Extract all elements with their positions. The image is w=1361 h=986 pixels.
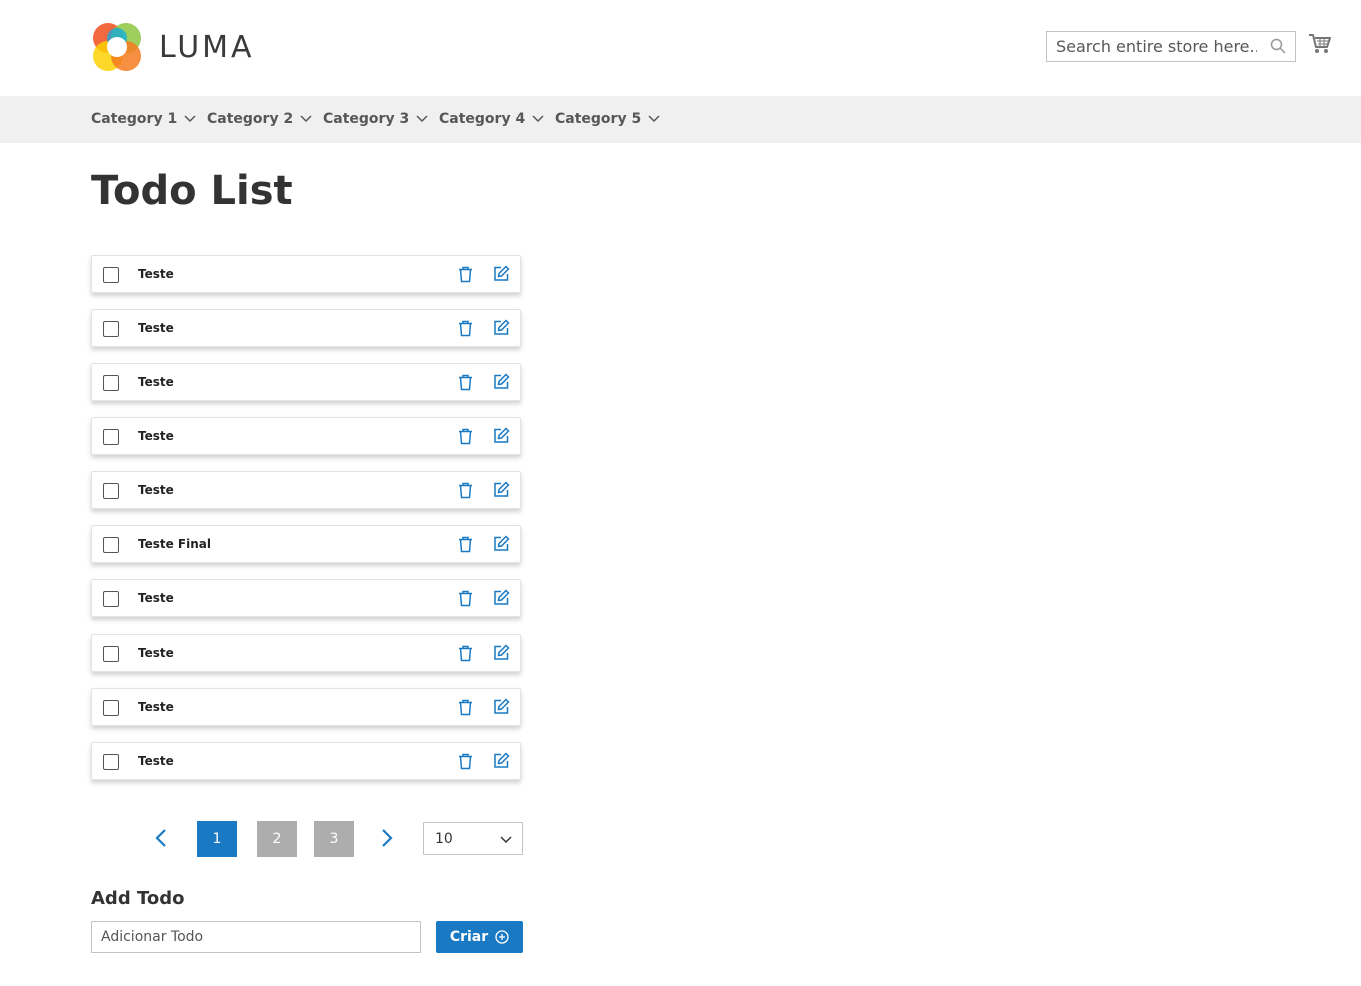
nav-item-label: Category 4 [439, 111, 526, 127]
trash-icon[interactable] [458, 536, 473, 558]
nav-item-category-2[interactable]: Category 2 [207, 111, 312, 127]
trash-icon[interactable] [458, 482, 473, 504]
todo-item: Teste [91, 309, 521, 347]
todo-label: Teste [138, 267, 174, 281]
todo-checkbox[interactable] [103, 267, 119, 283]
nav-item-category-4[interactable]: Category 4 [439, 111, 544, 127]
edit-icon[interactable] [493, 481, 510, 503]
chevron-down-icon [300, 115, 312, 123]
todo-label: Teste [138, 375, 174, 389]
nav-item-category-3[interactable]: Category 3 [323, 111, 428, 127]
todo-label: Teste [138, 646, 174, 660]
chevron-down-icon [416, 115, 428, 123]
todo-checkbox[interactable] [103, 429, 119, 445]
todo-checkbox[interactable] [103, 754, 119, 770]
edit-icon[interactable] [493, 752, 510, 774]
todo-label: Teste [138, 429, 174, 443]
plus-circle-icon [495, 930, 509, 944]
edit-icon[interactable] [493, 319, 510, 341]
add-todo-field[interactable] [91, 921, 421, 953]
nav-item-category-1[interactable]: Category 1 [91, 111, 196, 127]
todo-item: Teste [91, 471, 521, 509]
category-nav: Category 1 Category 2 Category 3 Categor… [0, 96, 1361, 143]
trash-icon[interactable] [458, 645, 473, 667]
logo-text: LUMA [159, 29, 255, 65]
site-header: LUMA [0, 0, 1361, 96]
store-logo[interactable]: LUMA [91, 21, 255, 73]
per-page-select[interactable]: 10 [423, 822, 523, 855]
todo-label: Teste [138, 700, 174, 714]
todo-item: Teste [91, 255, 521, 293]
add-todo-title: Add Todo [91, 888, 185, 909]
chevron-down-icon [532, 115, 544, 123]
todo-item: Teste [91, 742, 521, 780]
todo-label: Teste [138, 754, 174, 768]
edit-icon[interactable] [493, 698, 510, 720]
nav-item-category-5[interactable]: Category 5 [555, 111, 660, 127]
todo-checkbox[interactable] [103, 375, 119, 391]
todo-item: Teste [91, 634, 521, 672]
todo-label: Teste Final [138, 537, 211, 551]
nav-item-label: Category 3 [323, 111, 410, 127]
trash-icon[interactable] [458, 374, 473, 396]
chevron-down-icon [500, 836, 512, 844]
trash-icon[interactable] [458, 590, 473, 612]
nav-item-label: Category 5 [555, 111, 642, 127]
todo-checkbox[interactable] [103, 537, 119, 553]
todo-label: Teste [138, 591, 174, 605]
add-todo-input[interactable] [92, 922, 420, 952]
todo-item: Teste [91, 417, 521, 455]
search-box[interactable] [1046, 31, 1296, 62]
trash-icon[interactable] [458, 699, 473, 721]
todo-checkbox[interactable] [103, 321, 119, 337]
todo-item: Teste [91, 688, 521, 726]
trash-icon[interactable] [458, 320, 473, 342]
page-button-3[interactable]: 3 [314, 821, 354, 857]
todo-label: Teste [138, 483, 174, 497]
nav-item-label: Category 2 [207, 111, 294, 127]
todo-checkbox[interactable] [103, 646, 119, 662]
todo-checkbox[interactable] [103, 591, 119, 607]
trash-icon[interactable] [458, 753, 473, 775]
todo-checkbox[interactable] [103, 700, 119, 716]
search-input[interactable] [1047, 32, 1257, 61]
per-page-value: 10 [435, 831, 453, 847]
chevron-right-icon[interactable] [380, 828, 394, 853]
edit-icon[interactable] [493, 535, 510, 557]
search-icon[interactable] [1270, 38, 1286, 59]
edit-icon[interactable] [493, 265, 510, 287]
page-button-1[interactable]: 1 [197, 821, 237, 857]
todo-checkbox[interactable] [103, 483, 119, 499]
todo-item: Teste [91, 363, 521, 401]
todo-item: Teste Final [91, 525, 521, 563]
trash-icon[interactable] [458, 428, 473, 450]
create-button-label: Criar [449, 929, 489, 945]
edit-icon[interactable] [493, 373, 510, 395]
nav-item-label: Category 1 [91, 111, 178, 127]
edit-icon[interactable] [493, 589, 510, 611]
edit-icon[interactable] [493, 644, 510, 666]
luma-logo-icon [93, 23, 141, 71]
chevron-down-icon [648, 115, 660, 123]
chevron-left-icon[interactable] [154, 828, 168, 853]
todo-label: Teste [138, 321, 174, 335]
trash-icon[interactable] [458, 266, 473, 288]
page-title: Todo List [91, 168, 293, 214]
todo-item: Teste [91, 579, 521, 617]
create-button[interactable]: Criar [436, 921, 523, 953]
edit-icon[interactable] [493, 427, 510, 449]
cart-icon[interactable] [1309, 34, 1331, 59]
chevron-down-icon [184, 115, 196, 123]
page-button-2[interactable]: 2 [257, 821, 297, 857]
